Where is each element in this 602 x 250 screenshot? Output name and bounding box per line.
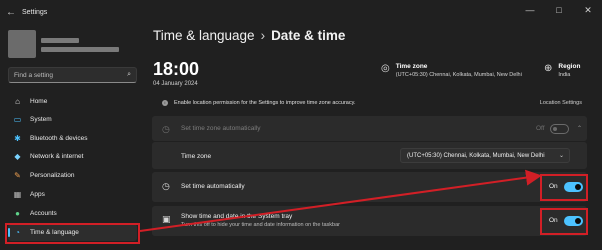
sidebar-item-label: Bluetooth & devices bbox=[30, 135, 88, 142]
globe-clock-icon: ◎ bbox=[381, 63, 390, 74]
highlight-box-time-language bbox=[5, 223, 140, 244]
sidebar-item-apps[interactable]: ▦ Apps bbox=[8, 186, 137, 203]
sidebar-item-system[interactable]: ▭ System bbox=[8, 111, 137, 128]
time-zone-select-value: (UTC+05:30) Chennai, Kolkata, Mumbai, Ne… bbox=[407, 152, 545, 159]
auto-time-zone-label: Set time zone automatically bbox=[181, 125, 261, 132]
brush-icon: ✎ bbox=[14, 171, 21, 180]
search-box[interactable]: ⌕ bbox=[8, 67, 137, 83]
auto-time-zone-toggle[interactable] bbox=[550, 124, 569, 134]
sidebar-item-label: Home bbox=[30, 98, 48, 105]
bluetooth-icon: ✱ bbox=[14, 134, 21, 143]
time-zone-icon: ◷ bbox=[162, 124, 170, 134]
time-zone-summary-label: Time zone bbox=[395, 63, 428, 70]
search-icon[interactable]: ⌕ bbox=[127, 71, 131, 79]
region-summary-label: Region bbox=[558, 63, 581, 70]
location-notice: i Enable location permission for the Set… bbox=[152, 97, 587, 108]
globe-icon: ⊕ bbox=[544, 63, 553, 74]
back-arrow-icon[interactable]: ← bbox=[6, 7, 20, 18]
page-title: Date & time bbox=[271, 28, 346, 43]
sidebar-item-accounts[interactable]: ● Accounts bbox=[8, 205, 137, 222]
system-icon: ▭ bbox=[13, 115, 22, 124]
time-zone-select[interactable]: (UTC+05:30) Chennai, Kolkata, Mumbai, Ne… bbox=[400, 148, 570, 163]
breadcrumb: Time & language › Date & time bbox=[153, 28, 345, 43]
user-profile[interactable] bbox=[8, 30, 136, 60]
sidebar-item-label: Accounts bbox=[30, 210, 57, 217]
accounts-icon: ● bbox=[15, 209, 20, 218]
location-notice-text: Enable location permission for the Setti… bbox=[174, 99, 356, 106]
info-icon: i bbox=[162, 99, 168, 106]
tray-label: Show time and date in the System tray bbox=[181, 213, 293, 220]
sidebar-item-label: Network & internet bbox=[30, 153, 84, 160]
tray-row bbox=[152, 206, 587, 236]
region-summary: ⊕ Region India bbox=[544, 63, 580, 78]
chevron-down-icon: ⌄ bbox=[558, 153, 564, 159]
title-bar: ← Settings bbox=[0, 0, 602, 24]
breadcrumb-parent[interactable]: Time & language bbox=[153, 28, 255, 43]
current-time: 18:00 bbox=[153, 59, 200, 79]
sidebar-item-label: Personalization bbox=[30, 172, 75, 179]
search-input[interactable] bbox=[14, 71, 128, 79]
avatar bbox=[8, 30, 36, 58]
auto-time-label: Set time automatically bbox=[181, 183, 245, 190]
time-zone-summary: ◎ Time zone (UTC+05:30) Chennai, Kolkata… bbox=[381, 63, 522, 78]
time-zone-label: Time zone bbox=[181, 153, 212, 160]
home-icon: ⌂ bbox=[15, 97, 20, 106]
minimize-button[interactable]: — bbox=[516, 0, 544, 20]
taskbar-icon: ▣ bbox=[162, 214, 171, 224]
sidebar-item-network-internet[interactable]: ◆ Network & internet bbox=[8, 148, 137, 165]
sidebar-item-personalization[interactable]: ✎ Personalization bbox=[8, 167, 137, 184]
maximize-button[interactable]: □ bbox=[545, 0, 573, 20]
clock-icon: ◷ bbox=[162, 181, 170, 191]
chevron-up-icon[interactable]: ⌃ bbox=[577, 125, 582, 132]
time-zone-summary-value: (UTC+05:30) Chennai, Kolkata, Mumbai, Ne… bbox=[395, 72, 522, 78]
sidebar-item-label: System bbox=[30, 116, 52, 123]
sidebar-item-home[interactable]: ⌂ Home bbox=[8, 93, 137, 110]
user-email-redacted bbox=[41, 47, 119, 52]
breadcrumb-separator: › bbox=[260, 28, 266, 43]
highlight-box-auto-time-toggle bbox=[540, 174, 588, 201]
location-settings-link[interactable]: Location Settings bbox=[540, 100, 582, 106]
wifi-icon: ◆ bbox=[14, 152, 21, 161]
window-title: Settings bbox=[22, 8, 48, 16]
sidebar-item-bluetooth-devices[interactable]: ✱ Bluetooth & devices bbox=[8, 130, 137, 147]
sidebar-item-label: Apps bbox=[30, 191, 45, 198]
highlight-box-tray-toggle bbox=[540, 208, 588, 235]
tray-sublabel: Turn this off to hide your time and date… bbox=[181, 222, 340, 228]
auto-time-zone-state: Off bbox=[536, 125, 545, 132]
apps-icon: ▦ bbox=[13, 190, 22, 199]
user-name-redacted bbox=[41, 38, 79, 43]
region-summary-value: India bbox=[558, 72, 571, 78]
current-date: 04 January 2024 bbox=[153, 81, 198, 87]
close-button[interactable]: ✕ bbox=[574, 0, 602, 20]
sidebar: ⌕ ⌂ Home ▭ System ✱ Bluetooth & devices ◆ Netwo… bbox=[0, 24, 145, 250]
